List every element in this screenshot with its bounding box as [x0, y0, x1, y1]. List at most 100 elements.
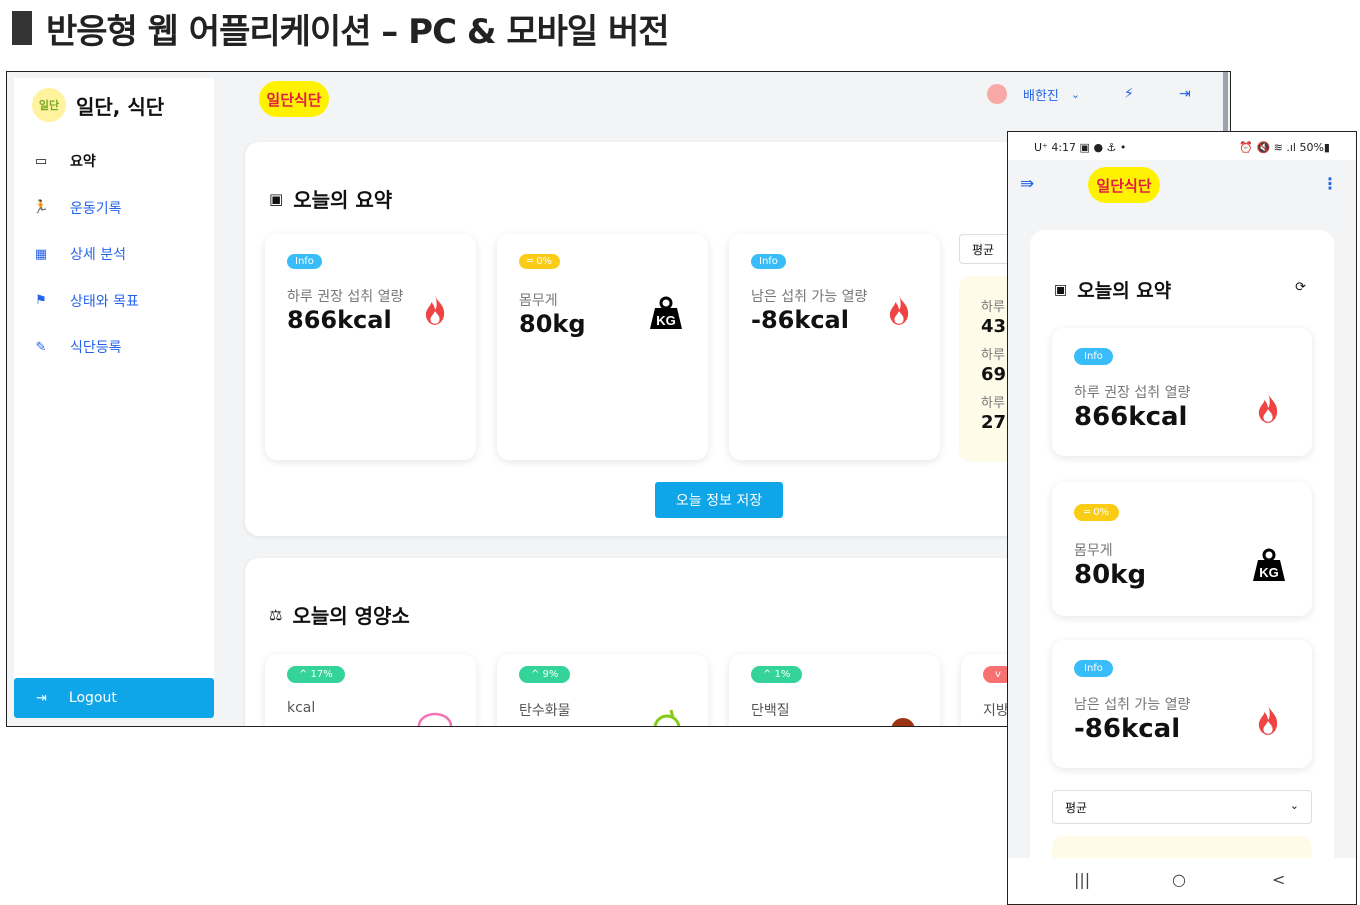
avg-value: 27 [981, 412, 1007, 433]
signout-icon[interactable]: ⇥ [1179, 86, 1191, 102]
more-vert-icon[interactable]: ⋮ [1322, 174, 1338, 193]
card-value: 866kcal [1074, 402, 1188, 432]
user-name: 배한진 [1023, 88, 1059, 104]
avg-label: 하루 [981, 300, 1005, 315]
sidebar-item-label: 식단등록 [70, 340, 122, 357]
brand[interactable]: 일단 일단, 식단 [32, 88, 164, 122]
kg-weight-icon: KG [1253, 548, 1285, 581]
sidebar-item-summary[interactable]: ▭ 요약 [34, 138, 139, 185]
card-value: 80kg [1074, 560, 1147, 590]
summary-title: ▣ 오늘의 요약 [1054, 276, 1171, 303]
menu-toggle-icon[interactable]: ⇛ [1020, 174, 1034, 194]
card-label: 몸무게 [519, 293, 558, 309]
weight-card: ═ 0% 몸무게 80kg KG [1052, 482, 1312, 616]
kg-weight-icon: KG [650, 296, 682, 329]
avg-label: 하루 [981, 396, 1005, 411]
weight-card: ═ 0% 몸무게 80kg KG [497, 234, 708, 460]
scrollbar[interactable] [1223, 72, 1228, 132]
card-value: 866kcal [287, 306, 392, 334]
user-menu[interactable]: 배한진 ⌄ [987, 84, 1080, 104]
remaining-kcal-card: Info 남은 섭취 가능 열량 -86kcal [1052, 640, 1312, 768]
status-right: ⏰ 🔇 ≋ .ıl 50%▮ [1239, 141, 1330, 154]
nutrition-title-text: 오늘의 영양소 [292, 604, 410, 628]
fire-icon [1258, 705, 1278, 735]
info-badge: Info [287, 254, 322, 269]
logout-label: Logout [68, 690, 117, 706]
recent-apps-button[interactable]: ||| [1074, 870, 1090, 889]
card-value: 80kg [519, 310, 586, 338]
fire-icon [1258, 393, 1278, 423]
sidebar-item-exercise[interactable]: 🏃 운동기록 [32, 185, 139, 232]
summary-panel: ▣ 오늘의 요약 ⟳ Info 하루 권장 섭취 열량 866kcal ═ 0%… [1030, 230, 1334, 876]
chevron-down-icon: ⌄ [1289, 799, 1299, 812]
info-badge: Info [751, 254, 786, 269]
sidebar-item-goal[interactable]: ⚑ 상태와 목표 [34, 278, 139, 325]
calendar-icon: ▦ [34, 246, 48, 262]
status-bar: U⁺ 4:17 ▣ ● ⚓ • ⏰ 🔇 ≋ .ıl 50%▮ [1008, 132, 1356, 160]
sidebar-item-label: 상세 분석 [70, 247, 126, 264]
avatar [987, 84, 1007, 104]
page-title: 반응형 웹 어플리케이션 – PC & 모바일 버전 [46, 11, 670, 52]
nutrition-icon: ⚖ [269, 605, 283, 624]
card-label: 몸무게 [1074, 543, 1113, 559]
average-select[interactable]: 평균 ⌄ [1052, 790, 1312, 824]
avg-label: 하루 [981, 348, 1005, 363]
svg-text:KG: KG [1259, 565, 1279, 580]
brand-logo-icon: 일단 [32, 88, 66, 122]
mobile-appbar: ⇛ 일단식단 ⋮ [1008, 160, 1356, 208]
change-badge: ^ 17% [287, 666, 345, 683]
refresh-icon[interactable]: ⟳ [1295, 280, 1306, 295]
info-badge: Info [1074, 348, 1113, 365]
sidebar-item-label: 요약 [70, 154, 96, 171]
change-badge: ═ 0% [519, 254, 561, 269]
edit-icon: ✎ [35, 339, 47, 355]
card-label: 남은 섭취 가능 열량 [751, 289, 868, 305]
meat-icon [891, 718, 915, 726]
flag-icon: ⚑ [35, 293, 47, 309]
change-badge: ═ 0% [1074, 504, 1120, 521]
save-today-button[interactable]: 오늘 정보 저장 [655, 482, 783, 518]
nutrient-card-protein: ^ 1% 단백질 [729, 654, 940, 726]
app-logo[interactable]: 일단식단 [1088, 167, 1160, 203]
sidebar-item-label: 상태와 목표 [70, 293, 139, 310]
card-value: -86kcal [1074, 714, 1181, 744]
home-button[interactable]: ○ [1172, 870, 1186, 889]
card-label: 단백질 [751, 703, 790, 719]
card-value: -86kcal [751, 306, 849, 334]
nutrient-card-kcal: ^ 17% kcal [265, 654, 476, 726]
summary-title: ▣ 오늘의 요약 [269, 184, 392, 213]
fire-icon [889, 295, 909, 325]
heading-bar [12, 11, 32, 45]
recommended-kcal-card: Info 하루 권장 섭취 열량 866kcal [265, 234, 476, 460]
page-heading: 반응형 웹 어플리케이션 – PC & 모바일 버전 [12, 8, 670, 52]
remaining-kcal-card: Info 남은 섭취 가능 열량 -86kcal [729, 234, 940, 460]
sidebar: 일단 일단, 식단 ▭ 요약 🏃 운동기록 ▦ 상세 분석 ⚑ 상태와 목표 ✎ [14, 78, 214, 718]
card-label: 지방 [983, 703, 1009, 719]
wand-icon[interactable]: ⚡ [1124, 86, 1134, 102]
android-nav-bar: ||| ○ < [1008, 858, 1356, 904]
change-badge: ^ 9% [519, 666, 571, 683]
select-value: 평균 [1065, 801, 1088, 815]
card-label: 남은 섭취 가능 열량 [1074, 697, 1191, 713]
sidebar-item-label: 운동기록 [70, 200, 122, 217]
svg-text:KG: KG [656, 313, 676, 328]
logout-button[interactable]: ⇥ Logout [14, 678, 214, 718]
card-label: 하루 권장 섭취 열량 [287, 289, 404, 305]
logout-icon: ⇥ [36, 690, 47, 706]
fire-icon [425, 295, 445, 325]
sidebar-item-analysis[interactable]: ▦ 상세 분석 [34, 231, 139, 278]
avg-value: 69 [981, 364, 1007, 385]
summary-title-text: 오늘의 요약 [293, 188, 393, 212]
app-logo[interactable]: 일단식단 [259, 81, 329, 117]
card-label: 탄수화물 [519, 703, 571, 719]
status-left: U⁺ 4:17 ▣ ● ⚓ • [1034, 141, 1127, 154]
sidebar-item-meal[interactable]: ✎ 식단등록 [34, 324, 139, 371]
info-badge: Info [1074, 660, 1113, 677]
avg-value: 43 [981, 316, 1007, 337]
recommended-kcal-card: Info 하루 권장 섭취 열량 866kcal [1052, 328, 1312, 456]
running-icon: 🏃 [32, 200, 50, 216]
brand-name: 일단, 식단 [76, 94, 165, 119]
back-button[interactable]: < [1272, 870, 1285, 889]
card-label: 하루 권장 섭취 열량 [1074, 385, 1191, 401]
mobile-body: ▣ 오늘의 요약 ⟳ Info 하루 권장 섭취 열량 866kcal ═ 0%… [1008, 208, 1356, 876]
